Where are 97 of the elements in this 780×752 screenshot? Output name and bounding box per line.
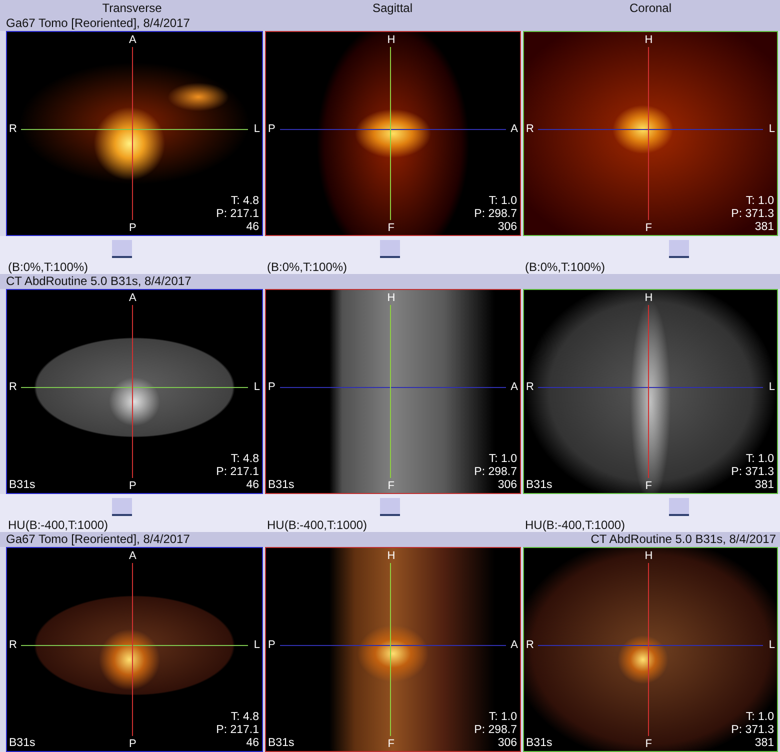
view-header: Transverse [102, 1, 162, 15]
position-text: P: 371.3 [731, 724, 774, 737]
view-header: Sagittal [372, 1, 413, 15]
thickness-text: T: 1.0 [488, 195, 517, 208]
scan-viewport[interactable]: A P R L B31s T: 4.8 P: 217.1 46 [6, 289, 263, 494]
slice-number: 46 [246, 479, 259, 492]
series-label: B31s [9, 479, 36, 492]
series-title: Ga67 Tomo [Reoriented], 8/4/2017 [6, 16, 190, 31]
orientation-label: F [388, 738, 394, 750]
position-text: P: 371.3 [731, 466, 774, 479]
slice-number: 46 [246, 737, 259, 750]
orientation-label: H [387, 292, 396, 304]
slice-number: 46 [246, 221, 259, 234]
orientation-label: R [9, 123, 17, 136]
scan-viewport[interactable]: H F R L B31s T: 1.0 P: 371.3 381 [523, 289, 778, 494]
thickness-text: T: 4.8 [230, 195, 259, 208]
scan-viewport[interactable]: H F R L T: 1.0 P: 371.3 381 [523, 31, 778, 236]
series-label: B31s [268, 737, 294, 750]
orientation-label: P [129, 738, 136, 750]
scan-viewport[interactable]: A P R L B31s T: 4.8 P: 217.1 46 [6, 547, 263, 752]
orientation-label: A [510, 123, 518, 136]
position-text: P: 298.7 [474, 208, 517, 221]
position-text: P: 371.3 [731, 208, 774, 221]
scan-viewport[interactable]: H F P A B31s T: 1.0 P: 298.7 306 [265, 289, 521, 494]
orientation-label: H [644, 292, 653, 304]
thickness-text: T: 1.0 [488, 453, 517, 466]
series-label: B31s [9, 737, 36, 750]
orientation-label: L [768, 639, 775, 652]
orientation-label: L [254, 639, 260, 652]
position-text: P: 298.7 [474, 724, 517, 737]
slider-handle[interactable] [380, 240, 400, 258]
orientation-label: P [268, 639, 276, 652]
orientation-label: A [510, 381, 518, 394]
orientation-label: F [388, 480, 394, 492]
slider-handle[interactable] [112, 240, 132, 258]
orientation-label: H [387, 550, 396, 562]
orientation-label: F [645, 222, 652, 234]
position-text: P: 298.7 [474, 466, 517, 479]
series-label: B31s [526, 737, 552, 750]
series-title: Ga67 Tomo [Reoriented], 8/4/2017 [6, 532, 190, 547]
thickness-text: T: 1.0 [746, 195, 774, 208]
orientation-label: L [768, 123, 775, 136]
series-label: B31s [268, 479, 294, 492]
slider-handle[interactable] [380, 498, 400, 516]
window-level-text: (B:0%,T:100%) [525, 260, 606, 274]
orientation-label: P [268, 381, 276, 394]
orientation-label: A [129, 550, 136, 562]
thickness-text: T: 1.0 [746, 711, 774, 724]
slice-number: 381 [754, 221, 774, 234]
position-text: P: 217.1 [216, 208, 259, 221]
orientation-label: A [510, 639, 518, 652]
scan-viewport[interactable]: H F R L B31s T: 1.0 P: 371.3 381 [523, 547, 778, 752]
thickness-text: T: 1.0 [746, 453, 774, 466]
slice-number: 381 [754, 479, 774, 492]
position-text: P: 217.1 [216, 724, 259, 737]
orientation-label: F [645, 738, 652, 750]
scan-viewport[interactable]: H F P A T: 1.0 P: 298.7 306 [265, 31, 521, 236]
orientation-label: P [129, 480, 136, 492]
orientation-label: H [644, 34, 653, 46]
orientation-label: R [9, 381, 17, 394]
window-level-text: HU(B:-400,T:1000) [8, 518, 108, 532]
position-text: P: 217.1 [216, 466, 259, 479]
orientation-label: L [254, 381, 260, 394]
scan-viewport[interactable]: H F P A B31s T: 1.0 P: 298.7 306 [265, 547, 521, 752]
orientation-label: L [768, 381, 775, 394]
slice-number: 381 [754, 737, 774, 750]
slice-number: 306 [498, 479, 517, 492]
orientation-label: H [387, 34, 396, 46]
slider-handle[interactable] [668, 498, 689, 516]
window-level-text: (B:0%,T:100%) [8, 260, 88, 274]
orientation-label: R [526, 381, 534, 394]
thickness-text: T: 4.8 [230, 453, 259, 466]
orientation-label: H [644, 550, 653, 562]
slice-number: 306 [498, 737, 517, 750]
series-title: CT AbdRoutine 5.0 B31s, 8/4/2017 [6, 274, 192, 289]
orientation-label: R [526, 639, 534, 652]
orientation-label: R [526, 123, 534, 136]
orientation-label: A [129, 292, 136, 304]
orientation-label: L [254, 123, 260, 136]
window-level-text: (B:0%,T:100%) [267, 260, 348, 274]
orientation-label: F [645, 480, 652, 492]
orientation-label: R [9, 639, 17, 652]
orientation-label: A [129, 34, 136, 46]
orientation-label: P [129, 222, 136, 234]
window-level-text: HU(B:-400,T:1000) [525, 518, 626, 532]
window-level-text: HU(B:-400,T:1000) [267, 518, 368, 532]
orientation-label: P [268, 123, 276, 136]
slider-handle[interactable] [668, 240, 689, 258]
orientation-label: F [388, 222, 394, 234]
slider-handle[interactable] [112, 498, 132, 516]
scan-viewport[interactable]: A P R L T: 4.8 P: 217.1 46 [6, 31, 263, 236]
view-header: Coronal [629, 1, 672, 15]
series-title: CT AbdRoutine 5.0 B31s, 8/4/2017 [590, 532, 776, 547]
series-label: B31s [526, 479, 552, 492]
slice-number: 306 [498, 221, 517, 234]
thickness-text: T: 1.0 [488, 711, 517, 724]
thickness-text: T: 4.8 [230, 711, 259, 724]
